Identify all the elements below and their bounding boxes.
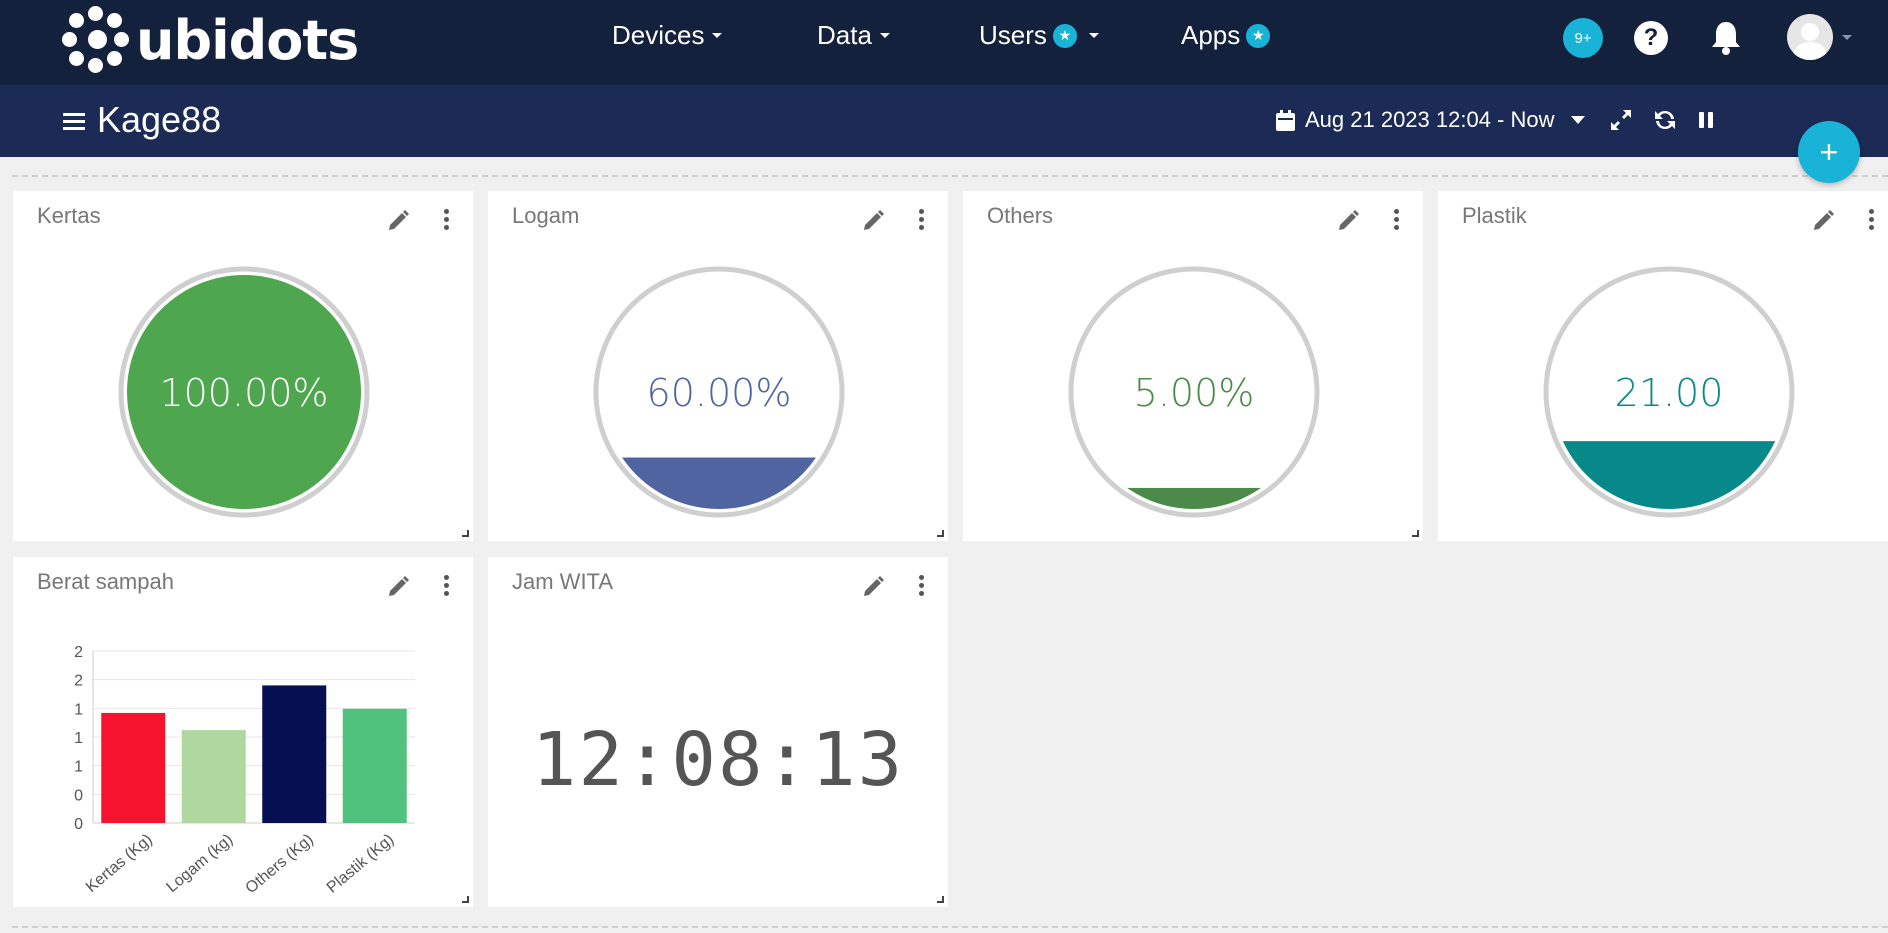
menu-icon[interactable]	[63, 113, 85, 131]
pencil-icon[interactable]	[861, 209, 885, 233]
y-tick-label: 1	[74, 730, 83, 747]
x-tick-label: Others (Kg)	[243, 831, 317, 897]
bell-icon[interactable]	[1710, 20, 1742, 56]
pause-icon[interactable]	[1693, 107, 1719, 133]
pencil-icon[interactable]	[1336, 209, 1360, 233]
expand-icon[interactable]	[1608, 107, 1634, 133]
bar	[181, 730, 246, 823]
resize-handle[interactable]	[937, 530, 944, 537]
y-tick-label: 0	[74, 816, 83, 833]
chevron-down-icon	[712, 33, 723, 38]
grid-bottom-border	[12, 926, 1888, 928]
more-vert-icon[interactable]	[441, 209, 451, 233]
resize-handle[interactable]	[937, 896, 944, 903]
x-tick-label: Kertas (Kg)	[83, 831, 156, 896]
add-widget-button[interactable]: +	[1798, 121, 1860, 183]
logo-dots-icon	[62, 6, 130, 74]
widget-title: Jam WITA	[512, 569, 614, 594]
nav-data[interactable]: Data	[817, 20, 890, 51]
date-range-picker[interactable]: Aug 21 2023 12:04 - Now	[1276, 107, 1585, 133]
nav-apps-label: Apps	[1181, 20, 1241, 50]
y-tick-label: 1	[74, 701, 83, 718]
clock-time: 12:08:13	[531, 717, 905, 803]
gauge-value: 21.00	[1614, 371, 1724, 415]
x-tick-label: Logam (kg)	[163, 831, 236, 896]
help-icon[interactable]: ?	[1634, 21, 1668, 55]
nav-devices-label: Devices	[612, 20, 705, 50]
logo-text: ubidots	[136, 8, 359, 72]
chevron-down-icon[interactable]	[1842, 35, 1852, 40]
nav-devices[interactable]: Devices	[612, 20, 723, 51]
star-icon: ★	[1246, 23, 1271, 48]
grid-top-border	[12, 175, 1888, 177]
bar-chart: 0 0 1 1 1 2 2 Kertas (Kg) Logam (kg) Others (Kg) P…	[74, 644, 415, 897]
gauge-value: 5.00%	[1133, 371, 1255, 415]
y-tick-label: 2	[74, 644, 83, 661]
pencil-icon[interactable]	[861, 575, 885, 599]
x-tick-label: Plastik (Kg)	[324, 831, 398, 897]
avatar[interactable]	[1787, 14, 1833, 60]
nav-apps[interactable]: Apps ★	[1181, 20, 1271, 51]
more-vert-icon[interactable]	[916, 209, 926, 233]
nav-data-label: Data	[817, 20, 872, 50]
nav-users-label: Users	[979, 20, 1047, 50]
y-tick-label: 1	[74, 759, 83, 776]
y-tick-label: 0	[74, 787, 83, 804]
calendar-icon	[1276, 109, 1295, 131]
widget-others[interactable]: Others 5.00%	[963, 191, 1423, 541]
more-vert-icon[interactable]	[1391, 209, 1401, 233]
widget-jam-wita[interactable]: Jam WITA 12:08:13	[488, 557, 948, 907]
chevron-down-icon	[1570, 116, 1585, 124]
dashboard-header: Kage88 Aug 21 2023 12:04 - Now	[0, 85, 1888, 157]
widget-title: Logam	[512, 203, 580, 228]
nav-users[interactable]: Users ★	[979, 20, 1099, 51]
ubidots-logo[interactable]: ubidots	[62, 6, 359, 74]
y-tick-label: 2	[74, 673, 83, 690]
bar	[342, 708, 407, 823]
widget-berat-sampah[interactable]: Berat sampah 0 0 1 1 1 2 2 Kertas (Kg) Logam (kg…	[13, 557, 473, 907]
resize-handle[interactable]	[462, 530, 469, 537]
bar	[262, 685, 327, 823]
gauge-value: 100.00%	[159, 371, 329, 415]
top-navbar: ubidots Devices Data Users ★ Apps ★ 9+ ?	[0, 0, 1888, 85]
widget-title: Others	[987, 203, 1054, 228]
user-icon	[1793, 23, 1827, 60]
gauge-value: 60.00%	[646, 371, 792, 415]
widget-logam[interactable]: Logam 60.00%	[488, 191, 948, 541]
dashboard-title[interactable]: Kage88	[97, 99, 221, 141]
more-vert-icon[interactable]	[1866, 209, 1876, 233]
pencil-icon[interactable]	[1811, 209, 1835, 233]
more-vert-icon[interactable]	[916, 575, 926, 599]
widget-kertas[interactable]: Kertas 100.00%	[13, 191, 473, 541]
star-icon: ★	[1052, 23, 1077, 48]
pencil-icon[interactable]	[386, 209, 410, 233]
notifications-badge[interactable]: 9+	[1563, 18, 1603, 58]
chevron-down-icon	[879, 33, 890, 38]
widget-plastik[interactable]: Plastik 21.00	[1438, 191, 1888, 541]
resize-handle[interactable]	[1412, 530, 1419, 537]
widget-title: Kertas	[37, 203, 101, 228]
chevron-down-icon	[1088, 33, 1099, 38]
resize-handle[interactable]	[462, 896, 469, 903]
date-range-label: Aug 21 2023 12:04 - Now	[1305, 107, 1555, 132]
bar	[101, 712, 166, 823]
refresh-icon[interactable]	[1652, 107, 1678, 133]
widget-title: Plastik	[1462, 203, 1527, 228]
